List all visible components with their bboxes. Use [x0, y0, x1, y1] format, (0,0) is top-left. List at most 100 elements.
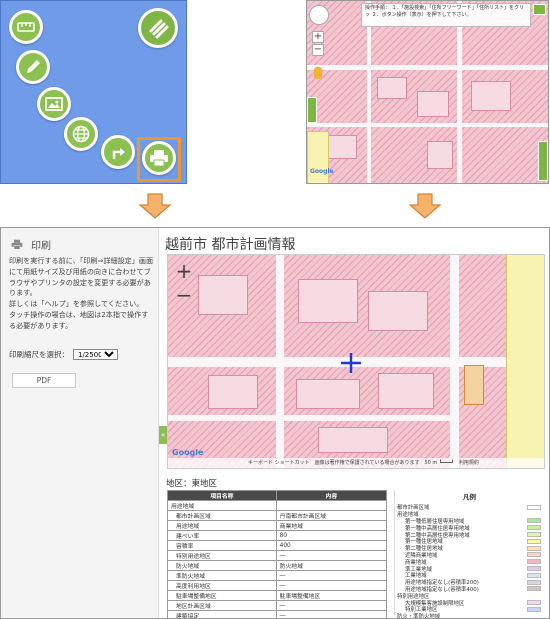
collapse-tab[interactable]: « — [159, 426, 167, 444]
map-block — [417, 91, 449, 117]
scale-label: 印刷縮尺を選択： — [9, 350, 69, 359]
table-cell-name: 駐車場整備地区 — [167, 590, 277, 601]
down-arrow-icon — [138, 193, 172, 219]
map-block — [208, 375, 258, 409]
legend-item: 防火・準防火地域 — [395, 613, 544, 619]
print-preview-panel: 印刷 印刷を実行する前に、「印刷⇒詳細設定」画面にて用紙サイズ及び用紙の向きに合… — [0, 227, 550, 619]
legend-title: 凡例 — [463, 493, 476, 501]
table-cell-value: ― — [275, 570, 388, 581]
map-road — [307, 123, 548, 127]
legend-swatch — [527, 504, 541, 510]
scale-row: 印刷縮尺を選択： 1/2500 — [9, 349, 118, 360]
table-row: 建築協定 ― — [167, 610, 388, 618]
table-row: 特別用途地区 ― — [167, 550, 388, 561]
map-zone-yellow — [506, 255, 544, 468]
zoom-in-button[interactable]: + — [173, 261, 195, 283]
table-cell-value: 商業地域 — [275, 520, 388, 531]
table-cell-value: ― — [275, 580, 388, 591]
map-block — [296, 379, 360, 409]
table-row: 防火地域 防火地域 — [167, 560, 388, 571]
map-block — [377, 77, 407, 99]
print-map[interactable]: + − Google キーボード ショートカット 画像は著作権で保護されている場… — [167, 254, 545, 469]
legend-label: 防火・準防火地域 — [397, 614, 441, 619]
table-cell-name: 特別用途地区 — [167, 550, 277, 561]
map-block — [318, 427, 388, 453]
globe-button[interactable] — [64, 117, 98, 151]
legend-swatch — [527, 518, 541, 524]
table-cell-value: 80 — [275, 530, 388, 541]
map-zone-orange — [464, 365, 484, 405]
small-google-logo: Google — [310, 168, 334, 175]
floating-menu-panel — [0, 0, 187, 184]
legend-swatch — [527, 566, 541, 572]
legend-swatch — [527, 525, 541, 531]
map-road — [457, 1, 462, 183]
table-row: 容積率 400 — [167, 540, 388, 551]
compass-control[interactable] — [309, 5, 329, 25]
legend-swatch — [527, 572, 541, 578]
print-sidebar: 印刷 印刷を実行する前に、「印刷⇒詳細設定」画面にて用紙サイズ及び用紙の向きに合… — [1, 228, 159, 618]
pegman-icon[interactable] — [314, 67, 322, 79]
measure-button[interactable] — [9, 10, 43, 44]
print-description: 印刷を実行する前に、「印刷⇒詳細設定」画面にて用紙サイズ及び用紙の向きに合わせて… — [9, 256, 154, 330]
legend-swatch — [527, 552, 541, 558]
pdf-button[interactable]: PDF — [12, 373, 76, 388]
table-body: 用途地域 都市計画区域 丹南都市計画区域 用途地域 商業地域 建ぺい率 80 容積率 400 特別… — [167, 500, 388, 618]
map-zone-yellow — [307, 131, 329, 183]
legend-swatch — [527, 545, 541, 551]
map-block — [471, 81, 511, 111]
table-cell-value: ― — [275, 600, 388, 611]
table-row: 建ぺい率 80 — [167, 530, 388, 541]
legend-swatch — [527, 532, 541, 538]
table-cell-name: 地区計画区域 — [167, 600, 277, 611]
map-road — [307, 65, 548, 70]
table-cell-value: ― — [275, 610, 388, 618]
ruler-icon — [17, 22, 35, 32]
table-cell-value: 丹南都市計画区域 — [275, 510, 388, 521]
print-heading-label: 印刷 — [31, 241, 51, 252]
table-cell-value: 防火地域 — [275, 560, 388, 571]
map-attribution: キーボード ショートカット 画像は著作権で保護されている場合があります 50 m… — [168, 458, 544, 468]
map-road — [276, 255, 284, 468]
table-row: 用途地域 商業地域 — [167, 520, 388, 531]
table-cell-value — [275, 500, 388, 511]
draw-button[interactable] — [16, 50, 50, 84]
small-zoom-in-button[interactable]: + — [312, 31, 324, 43]
zoom-out-button[interactable]: − — [173, 285, 195, 307]
zone-label: 地区：東地区 — [166, 479, 218, 489]
legend-swatch — [527, 559, 541, 565]
table-cell-name: 用途地域 — [167, 500, 277, 511]
page-title: 越前市 都市計画情報 — [165, 237, 296, 253]
table-header: 項目名称 — [167, 490, 277, 501]
center-crosshair-icon — [341, 353, 361, 373]
table-cell-name: 高度利用地区 — [167, 580, 277, 591]
map-block — [198, 275, 248, 315]
table-cell-name: 建ぺい率 — [167, 530, 277, 541]
small-zoom-out-button[interactable]: − — [312, 44, 324, 56]
table-cell-value: ― — [275, 550, 388, 561]
table-row: 高度利用地区 ― — [167, 580, 388, 591]
legend-items: 都市計画区域 用途地域 第一種低層住居専用地域 第一種中高層住居専用地域 第二種中高層住… — [395, 504, 544, 619]
scale-select[interactable]: 1/2500 — [73, 349, 118, 360]
table-header-row: 項目名称 内容 — [167, 490, 388, 501]
down-arrow-icon — [408, 193, 442, 219]
map-road — [367, 1, 371, 183]
table-row: 用途地域 — [167, 500, 388, 511]
table-row: 地区計画区域 ― — [167, 600, 388, 611]
map-block — [327, 135, 357, 159]
globe-icon — [72, 125, 90, 143]
small-menu-icon[interactable] — [533, 4, 546, 15]
table-row: 駐車場整備地区 駐車場整備地区 — [167, 590, 388, 601]
small-tool-strip[interactable] — [538, 141, 548, 181]
info-table: 項目名称 内容 用途地域 都市計画区域 丹南都市計画区域 用途地域 商業地域 建ぺい率 80… — [167, 490, 388, 618]
legend-swatch — [527, 586, 541, 592]
table-cell-name: 都市計画区域 — [167, 510, 277, 521]
printer-icon — [11, 239, 23, 250]
legend-swatch — [527, 538, 541, 544]
photo-button[interactable] — [37, 87, 71, 121]
small-side-tab[interactable] — [307, 97, 317, 123]
route-button[interactable] — [101, 135, 135, 169]
google-logo: Google — [172, 448, 204, 457]
map-road — [168, 415, 450, 421]
menu-toggle-button[interactable] — [138, 8, 178, 48]
